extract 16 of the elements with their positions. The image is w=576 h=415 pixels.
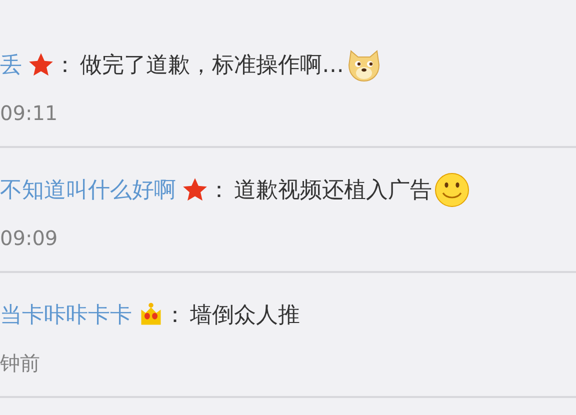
timestamp: 钟前 (0, 350, 41, 377)
username-link[interactable]: 不知道叫什么好啊 (0, 175, 176, 205)
comment-text: 道歉视频还植入广告 (234, 177, 432, 205)
colon: ： (54, 52, 76, 80)
username-link[interactable]: 当卡咔咔卡卡 (0, 300, 132, 330)
smiley-face-icon (434, 172, 470, 208)
star-badge-icon (182, 177, 208, 203)
comment-text: 做完了道歉，标准操作啊… (80, 52, 344, 80)
timestamp: 09:11 (0, 100, 59, 127)
username-link[interactable]: 丢 (0, 50, 22, 80)
comment-text: 墙倒众人推 (190, 302, 300, 330)
colon: ： (208, 177, 230, 205)
colon: ： (164, 302, 186, 330)
timestamp: 09:09 (0, 225, 59, 252)
dog-face-emoji-icon (346, 47, 382, 83)
star-badge-icon (28, 52, 54, 78)
